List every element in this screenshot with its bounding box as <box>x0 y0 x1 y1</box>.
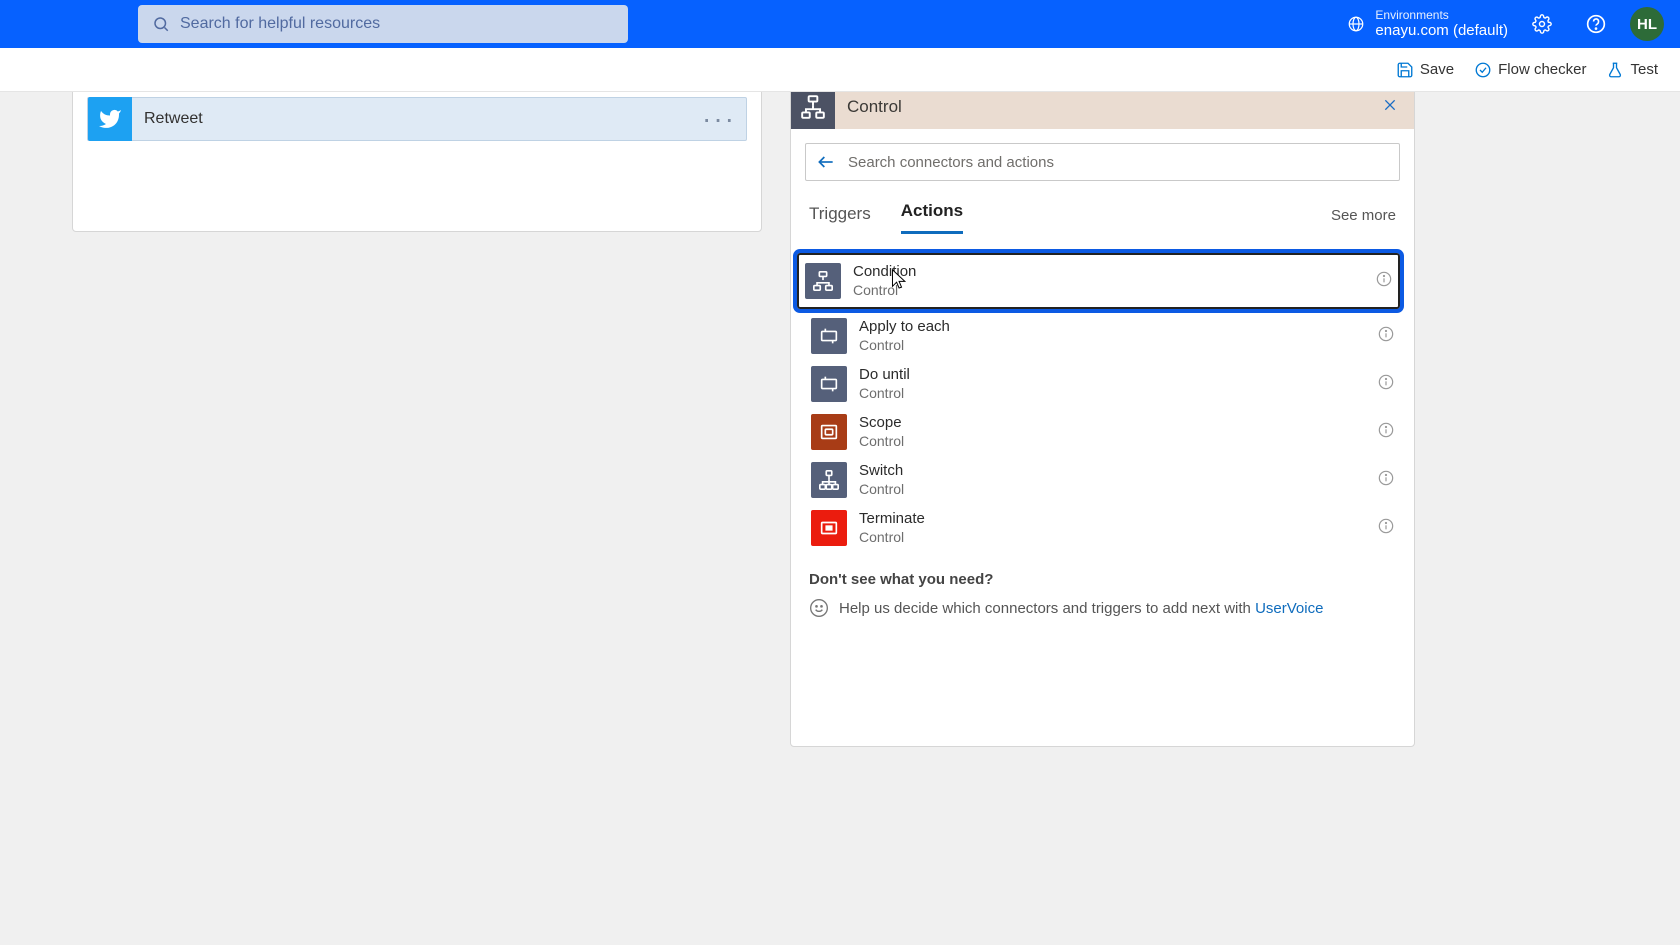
scope-icon <box>811 414 847 450</box>
info-icon[interactable] <box>1378 470 1394 491</box>
tab-bar: Triggers Actions See more <box>805 201 1400 235</box>
loop-icon <box>811 318 847 354</box>
question-icon <box>1586 14 1606 34</box>
info-icon[interactable] <box>1378 518 1394 539</box>
checker-icon <box>1474 61 1492 79</box>
help-text: Help us decide which connectors and trig… <box>839 600 1323 617</box>
see-more-link[interactable]: See more <box>1331 207 1396 234</box>
close-panel-button[interactable] <box>1376 93 1404 122</box>
control-connector-icon <box>791 92 835 129</box>
switch-icon <box>811 462 847 498</box>
save-icon <box>1396 61 1414 79</box>
action-title: Do until <box>859 366 910 385</box>
action-title: Condition <box>853 263 916 282</box>
flow-step-card: Retweet ··· <box>72 92 762 232</box>
global-search-input[interactable]: Search for helpful resources <box>138 5 628 43</box>
app-header: Search for helpful resources Environment… <box>0 0 1680 48</box>
smiley-icon <box>809 598 829 618</box>
action-item-condition[interactable]: ConditionControl <box>797 253 1400 309</box>
save-label: Save <box>1420 61 1454 78</box>
avatar[interactable]: HL <box>1630 7 1664 41</box>
flow-checker-button[interactable]: Flow checker <box>1474 61 1586 79</box>
action-item-apply-to-each[interactable]: Apply to eachControl <box>805 315 1400 357</box>
action-search-placeholder: Search connectors and actions <box>848 154 1054 171</box>
tab-triggers[interactable]: Triggers <box>809 204 871 234</box>
globe-icon <box>1347 15 1365 33</box>
action-title: Terminate <box>859 510 925 529</box>
toolbar: Save Flow checker Test <box>0 48 1680 92</box>
flask-icon <box>1606 61 1624 79</box>
help-block: Don't see what you need? Help us decide … <box>805 555 1400 728</box>
back-button[interactable] <box>816 152 836 172</box>
help-button[interactable] <box>1576 14 1616 34</box>
arrow-left-icon <box>816 152 836 172</box>
test-label: Test <box>1630 61 1658 78</box>
info-icon[interactable] <box>1378 326 1394 347</box>
action-subtitle: Control <box>859 385 910 403</box>
close-icon <box>1382 97 1398 113</box>
action-item-do-until[interactable]: Do untilControl <box>805 363 1400 405</box>
condition-icon <box>805 263 841 299</box>
environment-label: Environments <box>1375 8 1508 22</box>
flow-step-title: Retweet <box>144 110 690 128</box>
gear-icon <box>1532 14 1552 34</box>
action-search[interactable]: Search connectors and actions <box>805 143 1400 181</box>
save-button[interactable]: Save <box>1396 61 1454 79</box>
environment-picker[interactable]: Environments enayu.com (default) <box>1347 8 1508 40</box>
global-search-wrap: Search for helpful resources <box>138 5 628 43</box>
terminate-icon <box>811 510 847 546</box>
action-title: Apply to each <box>859 318 950 337</box>
panel-header: Control <box>791 92 1414 129</box>
action-subtitle: Control <box>859 337 950 355</box>
action-title: Switch <box>859 462 904 481</box>
flow-canvas: Retweet ··· Control Search connectors an… <box>0 92 1680 945</box>
twitter-icon <box>98 107 122 131</box>
panel-title: Control <box>847 97 1364 117</box>
flow-checker-label: Flow checker <box>1498 61 1586 78</box>
action-title: Scope <box>859 414 904 433</box>
action-picker-panel: Control Search connectors and actions Tr… <box>790 92 1415 747</box>
info-icon[interactable] <box>1376 271 1392 292</box>
action-subtitle: Control <box>859 433 904 451</box>
settings-button[interactable] <box>1522 14 1562 34</box>
loop-icon <box>811 366 847 402</box>
info-icon[interactable] <box>1378 374 1394 395</box>
info-icon[interactable] <box>1378 422 1394 443</box>
uservoice-link[interactable]: UserVoice <box>1255 600 1323 617</box>
action-item-scope[interactable]: ScopeControl <box>805 411 1400 453</box>
action-item-terminate[interactable]: TerminateControl <box>805 507 1400 549</box>
tab-actions[interactable]: Actions <box>901 201 963 234</box>
action-subtitle: Control <box>859 529 925 547</box>
action-subtitle: Control <box>859 481 904 499</box>
action-subtitle: Control <box>853 282 916 300</box>
help-title: Don't see what you need? <box>809 571 1396 588</box>
action-list: ConditionControlApply to eachControlDo u… <box>805 235 1400 549</box>
global-search-placeholder: Search for helpful resources <box>180 15 380 33</box>
control-icon <box>800 94 826 120</box>
environment-name: enayu.com (default) <box>1375 22 1508 40</box>
search-icon <box>152 15 170 33</box>
action-item-switch[interactable]: SwitchControl <box>805 459 1400 501</box>
step-menu-button[interactable]: ··· <box>702 113 736 125</box>
flow-step-header[interactable]: Retweet ··· <box>87 97 747 141</box>
test-button[interactable]: Test <box>1606 61 1658 79</box>
twitter-connector-icon <box>88 97 132 141</box>
avatar-initials: HL <box>1637 16 1657 33</box>
